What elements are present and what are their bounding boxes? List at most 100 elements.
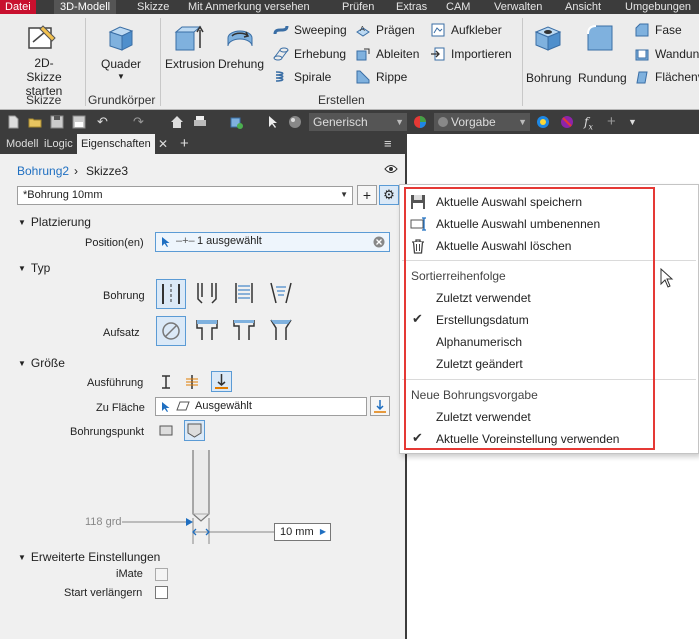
plus-icon[interactable]: + xyxy=(607,114,621,129)
decal-button[interactable]: Aufkleber xyxy=(451,23,502,37)
imate-checkbox[interactable] xyxy=(155,568,168,581)
menu-item-delete-selection[interactable]: Aktuelle Auswahl löschen xyxy=(400,235,656,257)
print-icon[interactable] xyxy=(193,115,207,129)
coil-button[interactable]: Spirale xyxy=(294,70,331,84)
tab-cam[interactable]: CAM xyxy=(446,0,470,14)
tapped-hole-button[interactable] xyxy=(230,279,260,309)
termination-through-all-icon[interactable] xyxy=(184,374,200,390)
no-seat-button[interactable] xyxy=(156,316,186,346)
tab-sketch[interactable]: Skizze xyxy=(137,0,169,14)
appearance-dropdown[interactable]: Vorgabe ▼ xyxy=(434,113,530,131)
menu-item-sort-created[interactable]: ✔ Erstellungsdatum xyxy=(400,309,656,331)
preset-dropdown[interactable]: *Bohrung 10mm ▼ xyxy=(17,186,353,205)
termination-distance-icon[interactable] xyxy=(158,374,174,390)
preset-settings-gear-icon[interactable]: ⚙ xyxy=(379,185,399,205)
counterbore-button[interactable] xyxy=(193,316,223,346)
derive-icon[interactable] xyxy=(355,46,371,62)
update-icon[interactable] xyxy=(229,115,243,129)
appearance-sphere-icon[interactable] xyxy=(413,115,427,129)
menu-item-default-current[interactable]: ✔ Aktuelle Voreinstellung verwenden xyxy=(400,428,656,450)
tab-view[interactable]: Ansicht xyxy=(565,0,601,14)
flip-direction-button[interactable] xyxy=(370,396,390,416)
extend-start-checkbox[interactable] xyxy=(155,586,168,599)
menu-item-sort-modified[interactable]: Zuletzt geändert xyxy=(400,353,656,375)
tab-manage[interactable]: Verwalten xyxy=(494,0,542,14)
face-draft-button[interactable]: Flächenv xyxy=(655,70,699,84)
new-file-icon[interactable] xyxy=(6,115,20,129)
positions-selector[interactable]: –+– 1 ausgewählt xyxy=(155,232,390,252)
face-draft-icon[interactable] xyxy=(634,69,650,85)
tab-file[interactable]: Datei xyxy=(0,0,36,14)
spotface-button[interactable] xyxy=(230,316,260,346)
breadcrumb-feature[interactable]: Bohrung2 xyxy=(17,164,69,178)
add-preset-button[interactable]: + xyxy=(357,185,377,205)
save-as-icon[interactable] xyxy=(72,115,86,129)
material-sphere-icon[interactable] xyxy=(288,115,302,129)
emboss-icon[interactable]: A xyxy=(355,22,371,38)
chamfer-button[interactable]: Fase xyxy=(655,23,682,37)
adjust-appearance-icon[interactable] xyxy=(536,115,550,129)
fillet-button[interactable]: Rundung xyxy=(578,71,627,85)
clear-selection-icon[interactable] xyxy=(373,236,385,248)
parameters-fx-icon[interactable]: fx xyxy=(584,115,598,131)
diameter-input[interactable]: 10 mm ▶ xyxy=(274,523,331,541)
tab-environments[interactable]: Umgebungen xyxy=(625,0,691,14)
fillet-icon[interactable] xyxy=(584,22,616,54)
tab-annotate[interactable]: Mit Anmerkung versehen xyxy=(188,0,310,14)
coil-icon[interactable] xyxy=(273,69,289,85)
close-icon[interactable]: ✕ xyxy=(158,134,168,154)
breadcrumb-sketch[interactable]: Skizze3 xyxy=(86,164,128,178)
import-icon[interactable] xyxy=(430,46,446,62)
menu-item-sort-recent[interactable]: Zuletzt verwendet xyxy=(400,287,656,309)
material-dropdown[interactable]: Generisch ▼ xyxy=(309,113,407,131)
drill-point-angle-icon[interactable] xyxy=(184,420,205,441)
add-tab-icon[interactable]: + xyxy=(180,134,189,154)
tab-ilogic[interactable]: iLogic xyxy=(44,134,73,154)
shell-icon[interactable] xyxy=(634,46,650,62)
termination-to-face-icon[interactable] xyxy=(211,371,232,392)
section-placement[interactable]: ▼ Platzierung xyxy=(18,215,91,229)
to-face-selector[interactable]: Ausgewählt xyxy=(155,397,367,416)
hamburger-menu-icon[interactable]: ≡ xyxy=(384,134,392,154)
decal-icon[interactable] xyxy=(430,22,446,38)
loft-icon[interactable] xyxy=(273,46,289,62)
emboss-button[interactable]: Prägen xyxy=(376,23,415,37)
tab-tools[interactable]: Extras xyxy=(396,0,427,14)
box-primitive-icon[interactable] xyxy=(104,22,136,54)
sweep-button[interactable]: Sweeping xyxy=(294,23,347,37)
derive-button[interactable]: Ableiten xyxy=(376,47,419,61)
extrude-icon[interactable] xyxy=(172,22,204,54)
customize-dropdown-icon[interactable]: ▼ xyxy=(628,115,642,129)
chamfer-icon[interactable] xyxy=(634,22,650,38)
open-folder-icon[interactable] xyxy=(28,115,42,129)
extrude-button[interactable]: Extrusion xyxy=(165,57,215,71)
visibility-eye-icon[interactable] xyxy=(384,164,398,174)
hole-button[interactable]: Bohrung xyxy=(526,71,571,85)
angle-value[interactable]: 118 grd xyxy=(85,516,122,528)
section-advanced[interactable]: ▼ Erweiterte Einstellungen xyxy=(18,550,160,564)
hole-icon[interactable] xyxy=(532,22,564,54)
sweep-icon[interactable] xyxy=(273,22,289,38)
drill-point-flat-icon[interactable] xyxy=(158,423,174,439)
rib-icon[interactable] xyxy=(355,69,371,85)
rib-button[interactable]: Rippe xyxy=(376,70,407,84)
countersink-button[interactable] xyxy=(267,316,297,346)
save-icon[interactable] xyxy=(50,115,64,129)
import-button[interactable]: Importieren xyxy=(451,47,512,61)
menu-item-save-selection[interactable]: Aktuelle Auswahl speichern xyxy=(400,191,656,213)
start-2d-sketch-button[interactable]: 2D-Skizze starten xyxy=(18,56,70,98)
tab-properties[interactable]: Eigenschaften xyxy=(77,134,155,154)
clearance-hole-button[interactable] xyxy=(193,279,223,309)
menu-item-rename-selection[interactable]: Aktuelle Auswahl umbenennen xyxy=(400,213,656,235)
clear-appearance-icon[interactable] xyxy=(560,115,574,129)
shell-button[interactable]: Wandung xyxy=(655,47,699,61)
redo-icon[interactable]: ↷ xyxy=(133,115,147,129)
tab-3d-model[interactable]: 3D-Modell xyxy=(54,0,117,14)
box-button[interactable]: Quader xyxy=(101,57,141,71)
select-icon[interactable] xyxy=(266,115,280,129)
chevron-down-icon[interactable]: ▼ xyxy=(117,72,125,81)
taper-tapped-hole-button[interactable] xyxy=(267,279,297,309)
revolve-icon[interactable] xyxy=(224,22,256,54)
menu-item-sort-alphanumeric[interactable]: Alphanumerisch xyxy=(400,331,656,353)
section-type[interactable]: ▼ Typ xyxy=(18,261,50,275)
